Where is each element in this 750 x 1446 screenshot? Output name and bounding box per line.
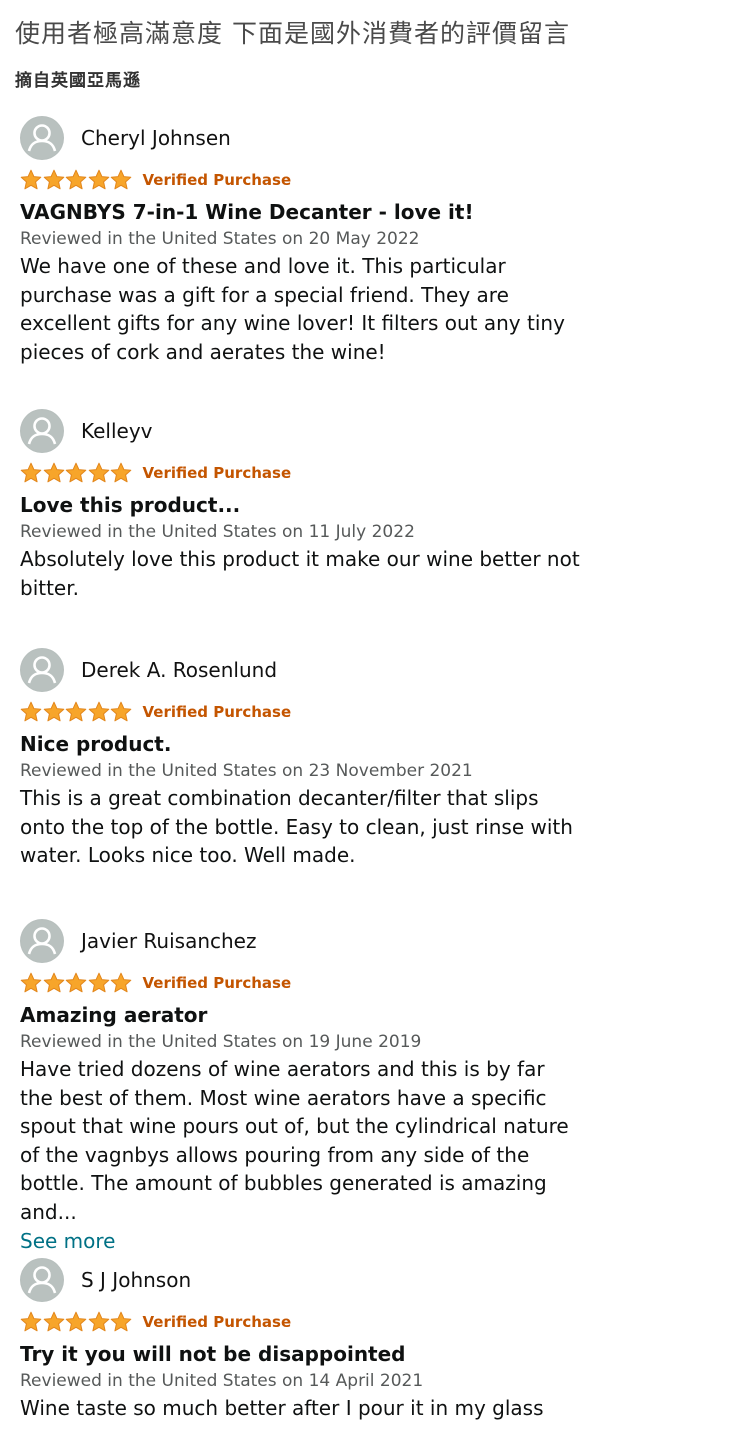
review-body: Absolutely love this product it make our…	[20, 547, 580, 600]
avatar-icon[interactable]	[20, 1258, 64, 1302]
star-icon	[20, 701, 42, 722]
rating-row: Verified Purchase	[20, 699, 580, 725]
star-icon	[88, 1311, 109, 1332]
reviewer-name[interactable]: S J Johnson	[81, 1268, 191, 1292]
star-icon	[65, 972, 87, 993]
star-icon	[65, 1311, 87, 1332]
review-date: Reviewed in the United States on 14 Apri…	[20, 1371, 424, 1391]
verified-purchase-badge: Verified Purchase	[142, 1313, 292, 1331]
verified-purchase-badge: Verified Purchase	[142, 974, 292, 992]
review-card: Javier Ruisanchez Verified Purchase Amaz…	[20, 919, 580, 1255]
review-body: We have one of these and love it. This p…	[20, 254, 565, 364]
review-card: Derek A. Rosenlund Verified Purchase Nic…	[20, 648, 580, 870]
review-card: Cheryl Johnsen Verified Purchase VAGNBYS…	[20, 116, 580, 366]
star-icon	[88, 462, 109, 483]
verified-purchase-badge: Verified Purchase	[142, 464, 292, 482]
star-icon	[65, 462, 87, 483]
star-icon	[110, 462, 132, 483]
verified-purchase-badge: Verified Purchase	[142, 703, 292, 721]
reviewer-profile[interactable]: Derek A. Rosenlund	[20, 648, 580, 692]
avatar-icon[interactable]	[20, 409, 64, 453]
review-date: Reviewed in the United States on 11 July…	[20, 522, 415, 542]
star-icon	[20, 169, 42, 190]
banner-title: 使用者極高滿意度 下面是國外消費者的評價留言	[15, 19, 570, 48]
review-date: Reviewed in the United States on 23 Nove…	[20, 761, 473, 781]
review-title[interactable]: Love this product...	[20, 493, 580, 517]
review-card: Kelleyv Verified Purchase Love this prod…	[20, 409, 580, 602]
review-body: Wine taste so much better after I pour i…	[20, 1396, 544, 1420]
star-icon	[110, 169, 132, 190]
review-title[interactable]: Try it you will not be disappointed	[20, 1342, 580, 1366]
promo-banner: 使用者極高滿意度 下面是國外消費者的評價留言 摘自英國亞馬遜	[15, 14, 735, 91]
avatar-icon[interactable]	[20, 648, 64, 692]
star-icon	[88, 701, 109, 722]
star-icon	[110, 972, 132, 993]
reviewer-profile[interactable]: Kelleyv	[20, 409, 580, 453]
reviewer-name[interactable]: Cheryl Johnsen	[81, 126, 231, 150]
star-icon	[43, 972, 64, 993]
star-icon	[43, 701, 64, 722]
verified-purchase-badge: Verified Purchase	[142, 171, 292, 189]
star-icon	[43, 462, 64, 483]
reviewer-name[interactable]: Javier Ruisanchez	[81, 929, 257, 953]
rating-row: Verified Purchase	[20, 970, 580, 996]
star-rating[interactable]	[20, 1311, 133, 1333]
star-icon	[20, 1311, 42, 1332]
star-icon	[88, 169, 109, 190]
banner-subtitle: 摘自英國亞馬遜	[15, 71, 141, 91]
avatar-icon[interactable]	[20, 116, 64, 160]
see-more-link[interactable]: See more	[20, 1227, 580, 1255]
reviewer-profile[interactable]: S J Johnson	[20, 1258, 580, 1302]
review-title[interactable]: Amazing aerator	[20, 1003, 580, 1027]
avatar-icon[interactable]	[20, 919, 64, 963]
star-icon	[65, 701, 87, 722]
star-icon	[20, 462, 42, 483]
star-rating[interactable]	[20, 972, 133, 994]
rating-row: Verified Purchase	[20, 1309, 580, 1335]
star-icon	[110, 701, 132, 722]
review-body: This is a great combination decanter/fil…	[20, 786, 573, 868]
reviewer-profile[interactable]: Javier Ruisanchez	[20, 919, 580, 963]
rating-row: Verified Purchase	[20, 460, 580, 486]
review-title[interactable]: Nice product.	[20, 732, 580, 756]
review-title[interactable]: VAGNBYS 7-in-1 Wine Decanter - love it!	[20, 200, 580, 224]
star-rating[interactable]	[20, 701, 133, 723]
review-date: Reviewed in the United States on 19 June…	[20, 1032, 422, 1052]
star-icon	[88, 972, 109, 993]
star-icon	[20, 972, 42, 993]
reviewer-name[interactable]: Derek A. Rosenlund	[81, 658, 277, 682]
star-icon	[43, 169, 64, 190]
star-icon	[110, 1311, 132, 1332]
review-card: S J Johnson Verified Purchase Try it you…	[20, 1258, 580, 1423]
star-rating[interactable]	[20, 169, 133, 191]
review-date: Reviewed in the United States on 20 May …	[20, 229, 420, 249]
star-icon	[65, 169, 87, 190]
star-rating[interactable]	[20, 462, 133, 484]
review-body: Have tried dozens of wine aerators and t…	[20, 1057, 569, 1224]
reviewer-profile[interactable]: Cheryl Johnsen	[20, 116, 580, 160]
star-icon	[43, 1311, 64, 1332]
reviewer-name[interactable]: Kelleyv	[81, 419, 153, 443]
rating-row: Verified Purchase	[20, 167, 580, 193]
